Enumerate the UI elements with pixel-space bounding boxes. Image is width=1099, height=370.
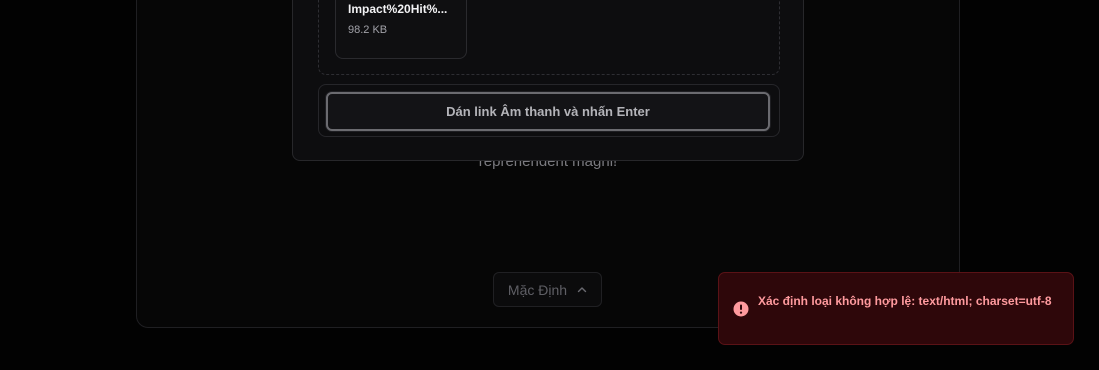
app-viewport: reprehenderit magni! Mặc Định Impact%20H… <box>0 0 1099 370</box>
error-toast: Xác định loại không hợp lệ: text/html; c… <box>718 272 1074 345</box>
mode-selector-button[interactable]: Mặc Định <box>493 272 602 307</box>
file-size: 98.2 KB <box>348 24 388 36</box>
alert-circle-icon <box>733 301 749 317</box>
url-input-wrapper <box>318 84 780 137</box>
upload-panel: Impact%20Hit%... 98.2 KB <box>292 0 804 161</box>
uploaded-file-card[interactable]: Impact%20Hit%... 98.2 KB <box>335 0 467 59</box>
toast-message: Xác định loại không hợp lệ: text/html; c… <box>758 294 1052 308</box>
file-dropzone[interactable]: Impact%20Hit%... 98.2 KB <box>318 0 780 75</box>
audio-url-input[interactable] <box>326 92 770 131</box>
mode-selector-label: Mặc Định <box>507 281 568 298</box>
file-name: Impact%20Hit%... <box>348 2 448 16</box>
chevron-up-icon <box>577 286 587 292</box>
